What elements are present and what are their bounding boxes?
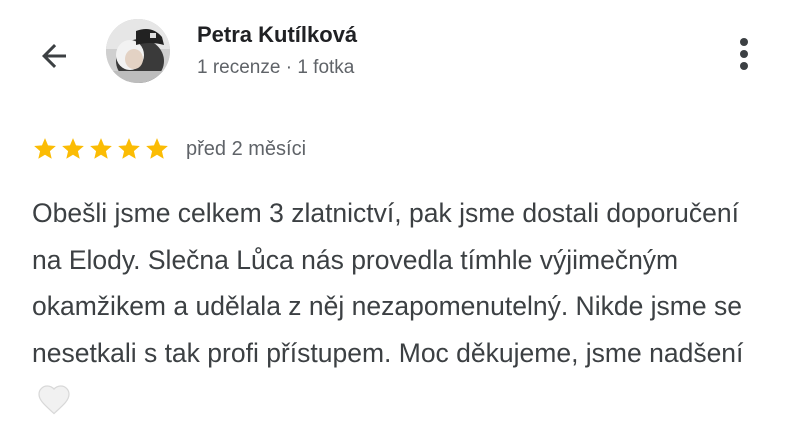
review-date: před 2 měsíci: [186, 137, 307, 160]
author-name[interactable]: Petra Kutílková: [197, 22, 357, 48]
back-button[interactable]: [30, 32, 78, 80]
more-options-button[interactable]: [722, 30, 766, 78]
white-heart-icon: [38, 385, 70, 415]
more-vertical-icon: [740, 38, 748, 70]
star-icon: [118, 138, 140, 159]
review-body: Obešli jsme celkem 3 zlatnictví, pak jsm…: [32, 198, 744, 368]
arrow-back-icon: [42, 44, 66, 68]
avatar[interactable]: [106, 19, 170, 83]
star-icon: [90, 138, 112, 159]
review-header: Petra Kutílková 1 recenze · 1 fotka: [0, 0, 800, 110]
star-icon: [62, 138, 84, 159]
author-review-count: 1 recenze · 1 fotka: [197, 57, 355, 78]
star-icon: [146, 138, 168, 159]
avatar-photo: [106, 19, 170, 83]
rating-row: před 2 měsíci: [32, 134, 306, 164]
star-rating: [32, 136, 170, 162]
star-icon: [34, 138, 56, 159]
review-text: Obešli jsme celkem 3 zlatnictví, pak jsm…: [32, 190, 772, 423]
